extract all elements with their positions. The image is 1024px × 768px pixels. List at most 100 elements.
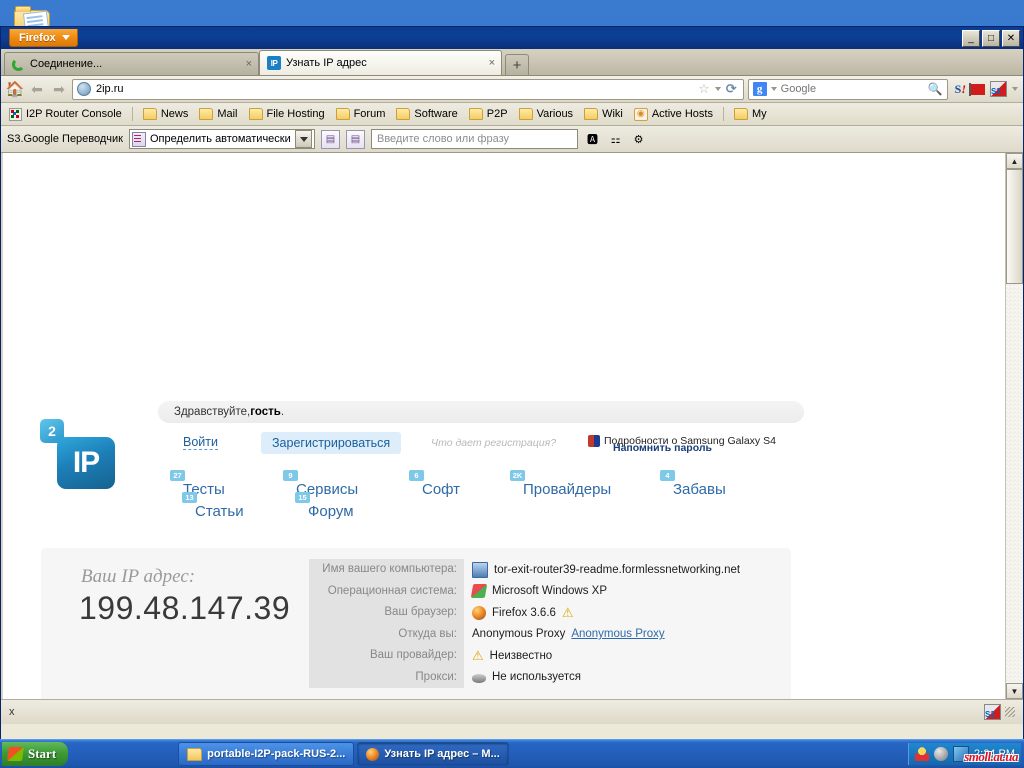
nav-item-soft[interactable]: 6 Софт <box>409 470 460 498</box>
translate-toolbar-title: S3.Google Переводчик <box>7 133 123 145</box>
ip-info-panel: Ваш IP адрес: 199.48.147.39 Имя вашего к… <box>41 548 791 699</box>
tab-title: Соединение... <box>30 58 103 70</box>
chevron-down-icon[interactable] <box>770 87 777 91</box>
back-icon[interactable]: ⬅ <box>28 80 46 98</box>
gear-icon[interactable]: ⚙ <box>630 131 647 148</box>
bookmark-software[interactable]: Software <box>392 107 461 121</box>
table-row: Имя вашего компьютера: tor-exit-router39… <box>309 559 740 581</box>
flag-icon[interactable] <box>969 82 985 96</box>
scrollbar-thumb[interactable] <box>1006 169 1023 284</box>
forward-icon[interactable]: ➡ <box>50 80 68 98</box>
google-icon: g <box>752 82 767 96</box>
tab-close-icon[interactable]: × <box>238 58 252 70</box>
info-key: Имя вашего компьютера: <box>309 559 464 581</box>
tab-2ip[interactable]: IP Узнать IP адрес × <box>259 50 502 75</box>
translate-language-select[interactable]: Определить автоматически <box>129 129 315 149</box>
system-info-table: Имя вашего компьютера: tor-exit-router39… <box>309 559 740 688</box>
title-bar: Firefox _ □ ✕ <box>1 27 1023 49</box>
translate-page-icon[interactable]: ▤ <box>321 129 340 149</box>
nav-item-providers[interactable]: 2K Провайдеры <box>510 470 612 498</box>
bookmark-star-icon[interactable]: ☆ <box>698 81 710 97</box>
info-value: Неизвестно <box>489 649 553 662</box>
taskbar-item-explorer[interactable]: portable-I2P-pack-RUS-2... <box>178 742 355 766</box>
minimize-button[interactable]: _ <box>962 30 980 47</box>
register-button[interactable]: Зарегистрироваться <box>261 432 402 454</box>
ad-marker-icon <box>588 435 600 447</box>
bookmark-p2p[interactable]: P2P <box>465 107 512 121</box>
bookmark-my[interactable]: My <box>730 107 771 121</box>
bookmark-news[interactable]: News <box>139 107 193 121</box>
search-bar[interactable]: g Google 🔍 <box>747 78 948 100</box>
new-tab-button[interactable]: + <box>505 54 529 75</box>
bookmark-i2p-router-console[interactable]: I2P Router Console <box>5 107 126 122</box>
chevron-down-icon[interactable] <box>714 87 721 91</box>
nav-label: Форум <box>308 503 354 520</box>
taskbar-clock[interactable]: 2:24 PM <box>974 748 1015 760</box>
translate-input[interactable]: Введите слово или фразу <box>371 129 578 149</box>
taskbar-item-firefox[interactable]: Узнать IP адрес – М... <box>357 742 509 766</box>
folder-icon <box>335 108 350 120</box>
nav-label: Провайдеры <box>523 481 612 498</box>
s3-icon[interactable]: S3 <box>984 704 1001 720</box>
tab-strip: Соединение... × IP Узнать IP адрес × + <box>1 49 1023 76</box>
search-icon[interactable]: 🔍 <box>928 82 943 96</box>
bookmark-mail[interactable]: Mail <box>195 107 241 121</box>
what-registration-gives-link[interactable]: Что дает регистрация? <box>431 437 556 449</box>
info-value-cell: Не используется <box>464 671 581 684</box>
site-logo[interactable]: 2 IP <box>35 417 115 489</box>
search-input[interactable]: Google <box>781 83 816 95</box>
nav-badge: 13 <box>182 492 197 503</box>
nav-badge: 9 <box>283 470 298 481</box>
bookmark-forum[interactable]: Forum <box>332 107 390 121</box>
info-key: Ваш браузер: <box>309 602 464 624</box>
bookmark-label: My <box>751 108 767 120</box>
reload-icon[interactable]: ⟳ <box>726 81 737 97</box>
dictionary-icon[interactable]: 🅰 <box>584 131 601 148</box>
proxy-icon <box>472 674 486 684</box>
nav-item-articles[interactable]: 13 Статьи <box>182 492 244 520</box>
tab-close-icon[interactable]: × <box>481 57 495 69</box>
scrollbar-track[interactable] <box>1006 169 1023 683</box>
nav-item-forum[interactable]: 15 Форум <box>295 492 354 520</box>
bookmark-label: I2P Router Console <box>26 108 122 120</box>
stumbleupon-icon[interactable]: S! <box>955 82 966 97</box>
tab-connecting[interactable]: Соединение... × <box>4 52 259 75</box>
bookmark-file-hosting[interactable]: File Hosting <box>245 107 329 121</box>
nav-item-fun[interactable]: 4 Забавы <box>660 470 726 498</box>
s3-icon[interactable]: S3 <box>990 81 1007 97</box>
vertical-scrollbar[interactable]: ▲ ▼ <box>1005 153 1023 699</box>
ip-address-label: Ваш IP адрес: <box>81 566 196 587</box>
translate-text-icon[interactable]: ▤ <box>346 129 365 149</box>
close-button[interactable]: ✕ <box>1002 30 1020 47</box>
start-button[interactable]: Start <box>2 742 69 766</box>
home-icon[interactable]: 🏠 <box>6 80 25 98</box>
bookmark-label: Mail <box>217 108 238 120</box>
login-link[interactable]: Войти <box>183 435 218 450</box>
greeting-banner: Здравствуйте, гость . <box>158 401 804 423</box>
network-icon[interactable] <box>953 746 970 762</box>
scroll-up-button[interactable]: ▲ <box>1006 153 1023 169</box>
user-icon[interactable] <box>915 747 930 761</box>
info-value-cell: ⚠ Неизвестно <box>464 649 552 662</box>
bookmark-active-hosts[interactable]: ◉ Active Hosts <box>630 107 717 122</box>
page-viewport: 2 IP Здравствуйте, гость . Войти Зарегис… <box>1 153 1023 699</box>
bookmarks-bar: I2P Router Console News Mail File Hostin… <box>1 103 1023 126</box>
bookmark-various[interactable]: Various <box>515 107 577 121</box>
nav-label: Статьи <box>195 503 244 520</box>
chevron-down-icon[interactable] <box>1012 87 1018 91</box>
chevron-down-icon[interactable] <box>295 130 312 148</box>
maximize-button[interactable]: □ <box>982 30 1000 47</box>
warning-icon: ⚠ <box>561 605 574 621</box>
location-link[interactable]: Anonymous Proxy <box>571 628 664 640</box>
globe-icon[interactable] <box>934 747 949 761</box>
remind-password-link[interactable]: Напомнить пароль <box>613 442 712 454</box>
throbber-icon <box>12 57 25 71</box>
close-icon[interactable]: x <box>9 706 15 718</box>
address-bar[interactable]: 2ip.ru ☆ ⟳ <box>72 78 744 100</box>
scroll-down-button[interactable]: ▼ <box>1006 683 1023 699</box>
bookmark-wiki[interactable]: Wiki <box>580 107 627 121</box>
firefox-menu-button[interactable]: Firefox <box>9 29 78 47</box>
languages-icon[interactable]: ⚏ <box>607 131 624 148</box>
resize-grip[interactable] <box>1005 707 1015 717</box>
logo-ip-text: IP <box>57 437 115 489</box>
